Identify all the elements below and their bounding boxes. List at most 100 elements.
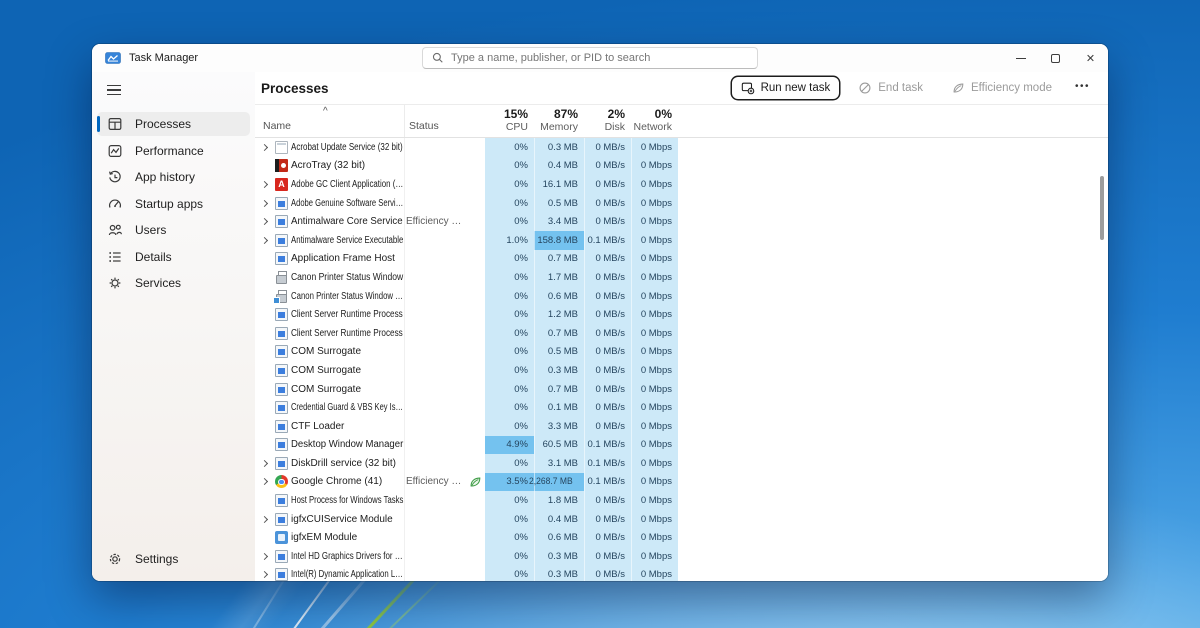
sidebar-item-services[interactable]: Services: [97, 271, 250, 295]
column-header-name[interactable]: Name: [263, 120, 291, 132]
network-cell: 0 Mbps: [631, 193, 678, 213]
process-status: [404, 346, 468, 357]
efficiency-leaf-icon: [470, 477, 481, 487]
cpu-cell: 0%: [485, 342, 534, 362]
run-new-task-button[interactable]: Run new task: [731, 77, 840, 99]
cpu-cell: 0%: [485, 175, 534, 194]
generic-process-icon: [275, 382, 288, 396]
network-cell: 0 Mbps: [631, 398, 678, 417]
process-name: Adobe Genuine Software Servi…: [291, 197, 404, 209]
table-row[interactable]: Desktop Window Manager 4.9% 60.5 MB 0.1 MB/…: [255, 435, 1108, 455]
network-cell: 0 Mbps: [631, 547, 678, 566]
table-row[interactable]: Antimalware Service Executable 1.0% 158.8 …: [255, 230, 1108, 250]
efficiency-mode-label: Efficiency mode: [971, 82, 1052, 94]
table-row[interactable]: Credential Guard & VBS Key Is… 0% 0.1 MB 0 …: [255, 398, 1108, 417]
table-row[interactable]: Client Server Runtime Process 0% 1.2 MB 0 M…: [255, 305, 1108, 324]
table-row[interactable]: COM Surrogate 0% 0.3 MB 0 MB/s 0 Mbps: [255, 361, 1108, 380]
performance-icon: [108, 144, 122, 157]
expand-chevron-icon[interactable]: [260, 180, 268, 189]
memory-cell: 158.8 MB: [534, 230, 584, 250]
table-row[interactable]: Application Frame Host 0% 0.7 MB 0 MB/s 0 Mb…: [255, 249, 1108, 269]
table-row[interactable]: CTF Loader 0% 3.3 MB 0 MB/s 0 Mbps: [255, 416, 1108, 436]
services-icon: [109, 277, 121, 289]
table-row[interactable]: Canon Printer Status Window … 0% 0.6 MB 0 M…: [255, 286, 1108, 306]
table-row[interactable]: AcroTray (32 bit) 0% 0.4 MB 0 MB/s 0 Mbps: [255, 156, 1108, 176]
end-task-button[interactable]: End task: [849, 77, 932, 99]
memory-cell: 1.7 MB: [534, 268, 584, 287]
sidebar-item-app-history[interactable]: App history: [97, 165, 250, 189]
expand-chevron-icon[interactable]: [260, 143, 268, 151]
disk-cell: 0 MB/s: [584, 361, 631, 380]
table-row[interactable]: igfxCUIService Module 0% 0.4 MB 0 MB/s 0 Mbp…: [255, 509, 1108, 529]
expand-chevron-icon[interactable]: [260, 478, 268, 486]
network-cell: 0 Mbps: [631, 268, 678, 287]
sidebar-item-performance[interactable]: Performance: [97, 139, 250, 163]
sidebar-item-startup-apps[interactable]: Startup apps: [97, 192, 250, 216]
table-row[interactable]: Canon Printer Status Window 0% 1.7 MB 0 MB/…: [255, 268, 1108, 287]
disk-cell: 0 MB/s: [584, 547, 631, 566]
column-header-network[interactable]: 0% Network: [631, 107, 678, 133]
expand-chevron-icon[interactable]: [260, 218, 268, 226]
column-header-status[interactable]: Status: [409, 120, 439, 132]
process-name: Application Frame Host: [291, 253, 395, 265]
process-status: [404, 458, 468, 469]
expand-chevron-icon[interactable]: [260, 515, 268, 523]
table-row[interactable]: DiskDrill service (32 bit) 0% 3.1 MB 0.1 MB…: [255, 454, 1108, 473]
more-options-button[interactable]: •••: [1071, 79, 1094, 98]
process-name: Desktop Window Manager: [291, 439, 404, 451]
memory-cell: 1.2 MB: [534, 305, 584, 324]
network-cell: 0 Mbps: [631, 305, 678, 324]
network-cell: 0 Mbps: [631, 454, 678, 473]
table-row[interactable]: Adobe Genuine Software Servi… 0% 0.5 MB 0 M…: [255, 193, 1108, 213]
process-status: [404, 198, 468, 209]
hamburger-menu-button[interactable]: [102, 78, 136, 102]
sidebar-item-users[interactable]: Users: [97, 218, 250, 242]
table-row[interactable]: Intel HD Graphics Drivers for … 0% 0.3 MB 0…: [255, 547, 1108, 566]
expand-chevron-icon[interactable]: [260, 571, 268, 579]
scrollbar-thumb[interactable]: [1100, 176, 1104, 240]
cpu-cell: 0%: [485, 491, 534, 510]
network-cell: 0 Mbps: [631, 323, 678, 343]
search-input[interactable]: Type a name, publisher, or PID to search: [422, 47, 758, 69]
efficiency-mode-button[interactable]: Efficiency mode: [942, 77, 1061, 99]
expand-chevron-icon[interactable]: [260, 199, 268, 207]
table-row[interactable]: Acrobat Update Service (32 bit) 0% 0.3 MB 0…: [255, 138, 1108, 157]
memory-cell: 2,268.7 MB: [529, 472, 584, 492]
cpu-cell: 0%: [485, 547, 534, 566]
table-row[interactable]: igfxEM Module 0% 0.6 MB 0 MB/s 0 Mbps: [255, 528, 1108, 548]
task-manager-app-icon: [105, 52, 121, 64]
expand-chevron-icon[interactable]: [260, 459, 268, 467]
process-status: [404, 384, 468, 395]
memory-cell: 0.5 MB: [534, 342, 584, 362]
table-row[interactable]: COM Surrogate 0% 0.7 MB 0 MB/s 0 Mbps: [255, 379, 1108, 399]
expand-chevron-icon[interactable]: [260, 236, 268, 244]
table-row[interactable]: Antimalware Core Service Efficiency … 0% 3.…: [255, 212, 1108, 231]
table-row[interactable]: Adobe GC Client Application (…0%16.1 MB0…: [255, 175, 1108, 194]
process-status: [404, 142, 468, 153]
details-icon: [109, 251, 121, 262]
minimize-button[interactable]: [1003, 44, 1038, 72]
close-button[interactable]: ✕: [1073, 44, 1108, 72]
table-row[interactable]: Intel(R) Dynamic Application L… 0% 0.3 MB 0…: [255, 565, 1108, 581]
disk-cell: 0 MB/s: [584, 379, 631, 399]
table-row[interactable]: Google Chrome (41) Efficiency … 3.5% 2,268.…: [255, 472, 1108, 492]
maximize-button[interactable]: [1038, 44, 1073, 72]
memory-cell: 0.3 MB: [534, 138, 584, 157]
table-row[interactable]: Client Server Runtime Process 0% 0.7 MB 0 M…: [255, 323, 1108, 343]
window-title: Task Manager: [129, 52, 199, 64]
cpu-cell: 3.5%: [485, 472, 534, 492]
expand-chevron-icon[interactable]: [260, 552, 268, 560]
titlebar[interactable]: Task Manager Type a name, publisher, or …: [92, 44, 1108, 72]
sidebar-item-processes[interactable]: Processes: [97, 112, 250, 136]
column-header-cpu[interactable]: 15% CPU: [485, 107, 534, 133]
memory-cell: 3.1 MB: [534, 454, 584, 473]
cpu-cell: 0%: [485, 305, 534, 324]
sidebar-item-settings[interactable]: Settings: [97, 547, 250, 571]
table-row[interactable]: COM Surrogate 0% 0.5 MB 0 MB/s 0 Mbps: [255, 342, 1108, 362]
minimize-icon: [1015, 57, 1026, 59]
sidebar-item-details[interactable]: Details: [97, 245, 250, 269]
column-header-memory[interactable]: 87% Memory: [534, 107, 584, 133]
column-header-disk[interactable]: 2% Disk: [584, 107, 631, 133]
cpu-cell: 0%: [485, 323, 534, 343]
table-row[interactable]: Host Process for Windows Tasks 0% 1.8 MB 0 …: [255, 491, 1108, 510]
